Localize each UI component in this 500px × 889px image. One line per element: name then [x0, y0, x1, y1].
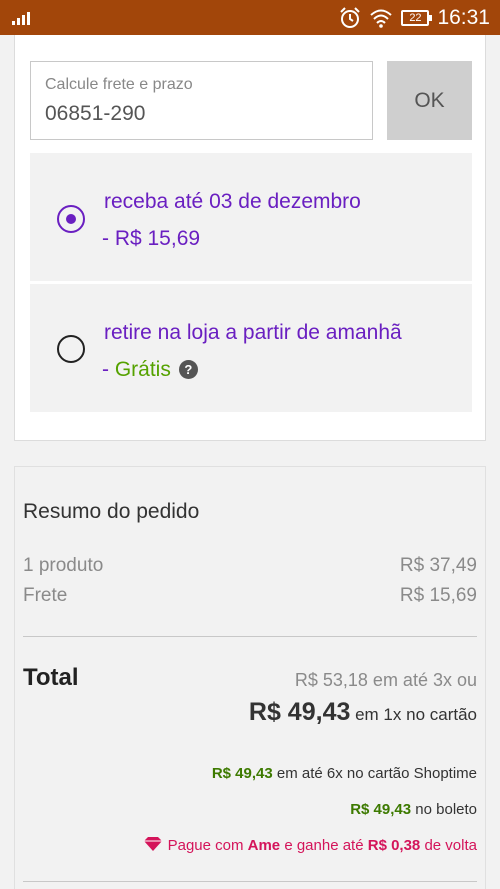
products-value: R$ 37,49 — [399, 555, 477, 576]
pickup-price: - Grátis? — [102, 358, 198, 382]
products-label: 1 produto — [23, 555, 104, 576]
ok-button[interactable]: OK — [387, 61, 472, 140]
shipping-option-pickup[interactable]: retire na loja a partir de amanhã - Grát… — [30, 284, 472, 412]
shipping-calculator: Calcule frete e prazo OK receba até 03 d… — [14, 35, 486, 441]
shipping-option-delivery[interactable]: receba até 03 de dezembro - R$ 15,69 — [30, 153, 472, 281]
divider — [23, 881, 477, 882]
boleto-line: R$ 49,43 no boleto — [350, 801, 477, 818]
main-price-line: R$ 49,43 em 1x no cartão — [249, 698, 477, 727]
shoptime-line: R$ 49,43 em até 6x no cartão Shoptime — [211, 765, 477, 782]
radio-selected[interactable] — [57, 205, 85, 233]
ame-cashback-line: Pague com Ame e ganhe até R$ 0,38 de vol… — [143, 837, 477, 854]
cep-label: Calcule frete e prazo — [45, 76, 193, 93]
wifi-icon — [370, 9, 393, 28]
free-label: Grátis — [114, 358, 171, 381]
main-price-suffix: em 1x no cartão — [350, 705, 477, 724]
order-summary: Resumo do pedido 1 produto R$ 37,49 Fret… — [14, 466, 486, 889]
help-icon[interactable]: ? — [178, 360, 198, 379]
diamond-icon — [143, 837, 162, 851]
shipping-label: Frete — [23, 585, 68, 606]
cep-input[interactable] — [45, 102, 345, 126]
signal-icon — [12, 11, 30, 25]
alarm-icon — [340, 7, 361, 28]
main-price: R$ 49,43 — [248, 698, 351, 726]
battery-icon: 22 — [401, 10, 433, 26]
radio-unselected[interactable] — [57, 335, 85, 363]
shipping-value: R$ 15,69 — [399, 585, 477, 606]
installment-text: R$ 53,18 em até 3x ou — [294, 670, 477, 690]
divider — [23, 636, 477, 637]
clock: 16:31 — [437, 6, 490, 29]
delivery-price: - R$ 15,69 — [102, 227, 201, 250]
delivery-date-label: receba até 03 de dezembro — [104, 190, 361, 213]
status-bar: 22 16:31 — [0, 0, 500, 35]
ame-brand: Ame — [247, 837, 281, 854]
summary-title: Resumo do pedido — [23, 500, 200, 523]
total-label: Total — [23, 664, 79, 691]
pickup-label: retire na loja a partir de amanhã — [104, 321, 402, 344]
cep-field[interactable]: Calcule frete e prazo — [30, 61, 373, 140]
